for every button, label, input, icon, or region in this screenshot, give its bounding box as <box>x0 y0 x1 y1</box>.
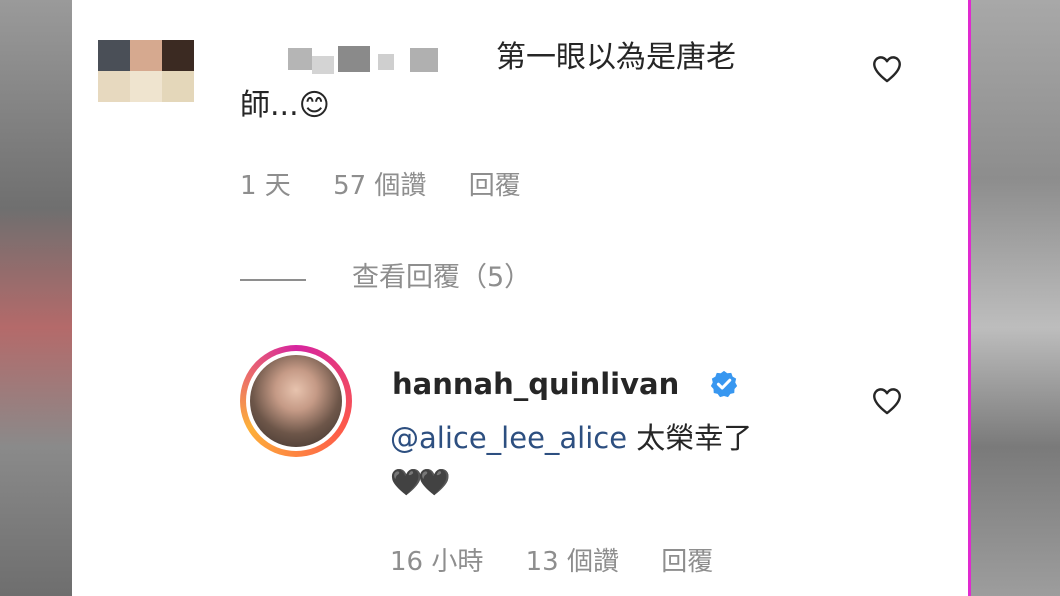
black-hearts-emoji: 🖤🖤 <box>390 468 451 498</box>
view-replies-button[interactable]: 查看回覆（5） <box>352 258 531 298</box>
comment-meta: 1 天 57 個讚 回覆 <box>240 170 555 202</box>
mention-link[interactable]: @alice_lee_alice <box>390 421 627 455</box>
frame-border <box>968 0 971 596</box>
comment-text-line1: 第一眼以為是唐老 <box>496 40 736 75</box>
background-right <box>970 0 1060 596</box>
reply-avatar[interactable] <box>240 345 352 457</box>
comment-likes[interactable]: 57 個讚 <box>333 171 426 201</box>
avatar-photo <box>250 355 342 447</box>
like-heart-icon[interactable] <box>870 384 904 418</box>
comment-time: 1 天 <box>240 171 291 201</box>
reply-button[interactable]: 回覆 <box>469 171 521 201</box>
reply-text: @alice_lee_alice 太榮幸了 <box>390 416 752 460</box>
replies-divider <box>240 279 306 281</box>
reply-username[interactable]: hannah_quinlivan <box>392 364 679 404</box>
comments-panel: 第一眼以為是唐老 師...😊 1 天 57 個讚 回覆 查看回覆（5） hann… <box>72 0 968 596</box>
reply-text-body: 太榮幸了 <box>627 421 753 455</box>
verified-badge-icon <box>709 369 739 399</box>
reply-meta: 16 小時 13 個讚 回覆 <box>390 546 747 578</box>
reply-reply-button[interactable]: 回覆 <box>661 547 713 577</box>
reply-time: 16 小時 <box>390 547 484 577</box>
blurred-username[interactable] <box>288 42 488 74</box>
blurred-avatar[interactable] <box>98 40 194 102</box>
reply-likes[interactable]: 13 個讚 <box>526 547 619 577</box>
like-heart-icon[interactable] <box>870 52 904 86</box>
comment-text-line2: 師...😊 <box>240 88 330 123</box>
background-left <box>0 0 72 596</box>
